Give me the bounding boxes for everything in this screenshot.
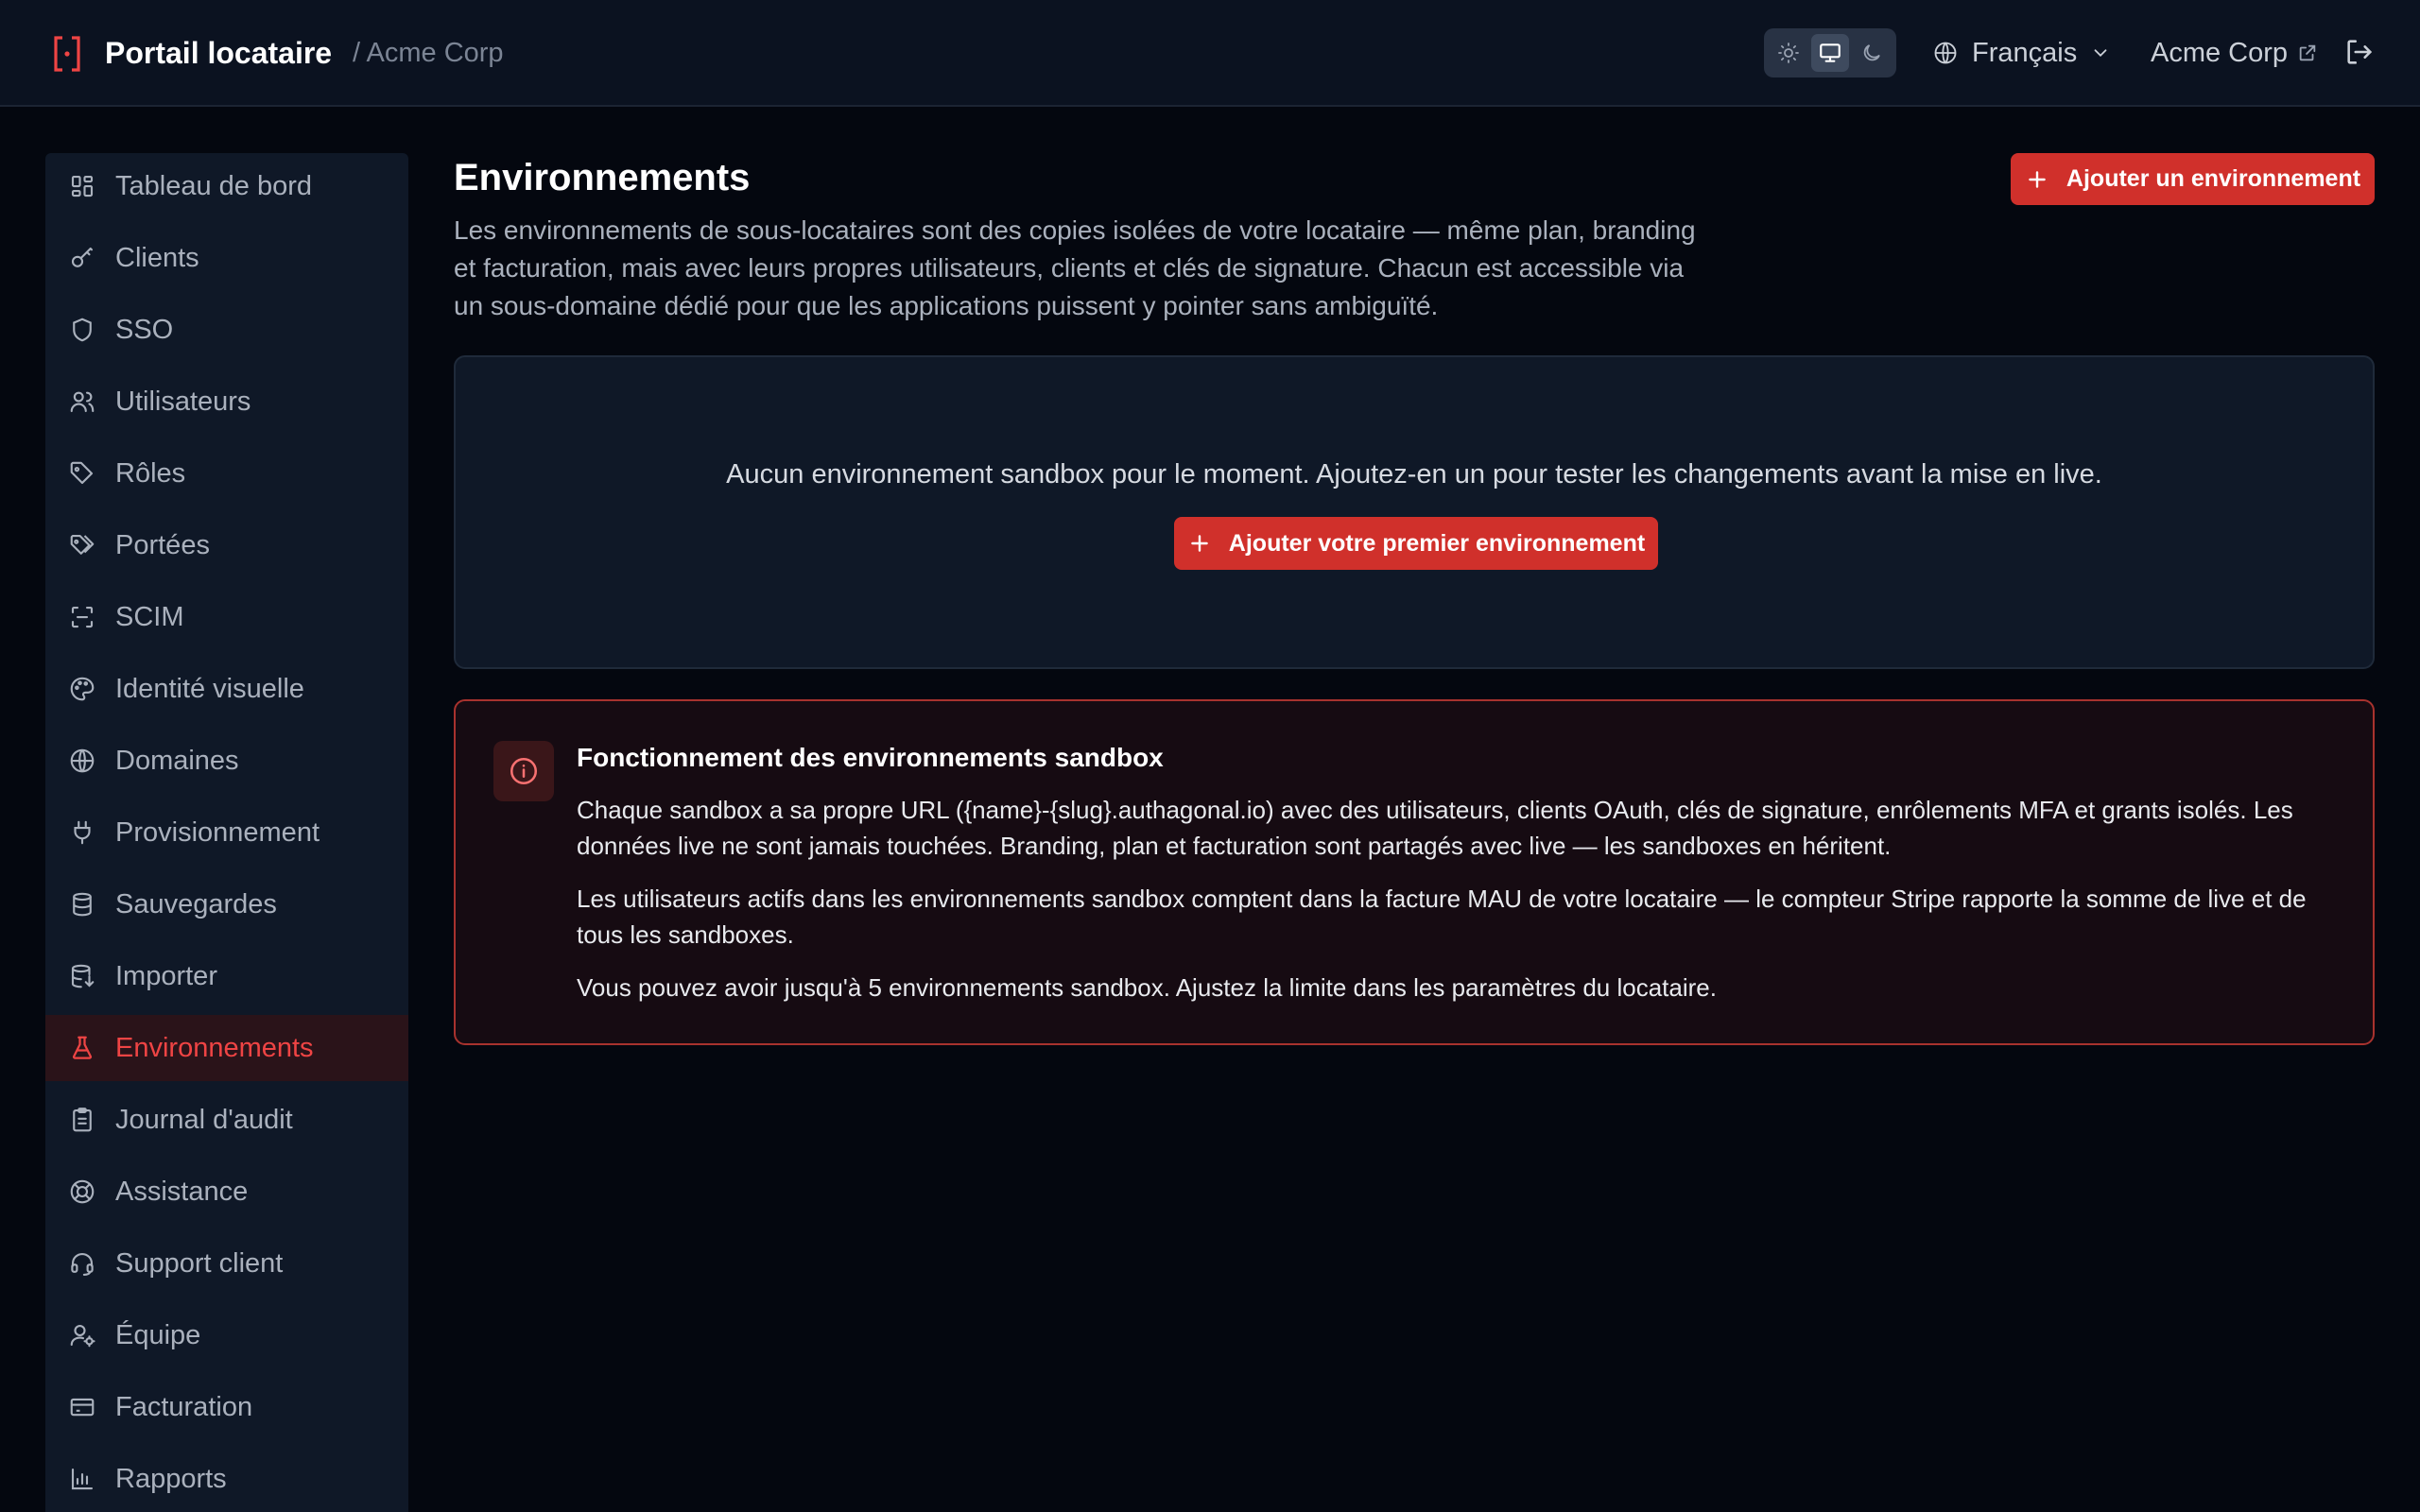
sidebar-item-label: Journal d'audit: [115, 1104, 293, 1135]
sidebar-item-domaines[interactable]: Domaines: [45, 728, 408, 794]
sidebar-item-equipe[interactable]: Équipe: [45, 1302, 408, 1368]
sidebar-item-label: Sauvegardes: [115, 888, 277, 919]
info-paragraph: Chaque sandbox a sa propre URL ({name}-{…: [577, 796, 2293, 860]
plus-icon: [1191, 535, 1208, 552]
page-description: Les environnements de sous-locataires so…: [454, 215, 1696, 320]
info-paragraph: Vous pouvez avoir jusqu'à 5 environnemen…: [577, 973, 1717, 1002]
add-first-environment-label: Ajouter votre premier environnement: [1228, 529, 1646, 557]
system-theme-button[interactable]: [1811, 34, 1849, 72]
sidebar-item-clients[interactable]: Clients: [45, 225, 408, 291]
sidebar-item-label: Facturation: [115, 1391, 253, 1422]
sidebar-item-label: Domaines: [115, 745, 239, 776]
sidebar-item-portees[interactable]: Portées: [45, 512, 408, 578]
sidebar-item-sso[interactable]: SSO: [45, 297, 408, 363]
sidebar-item-label: Rôles: [115, 457, 186, 489]
globe-icon: [70, 748, 95, 773]
moon-icon: [1863, 44, 1880, 61]
sidebar-item-label: Assistance: [115, 1176, 249, 1207]
sidebar-item-label: Environnements: [115, 1032, 314, 1063]
logout-icon: [2347, 40, 2373, 64]
dark-theme-button[interactable]: [1853, 34, 1891, 72]
info-icon-container: [493, 741, 554, 801]
credit-card-icon: [70, 1398, 95, 1417]
add-environment-label: Ajouter un environnement: [2066, 165, 2361, 192]
app-title[interactable]: Portail locataire: [105, 32, 332, 74]
light-theme-button[interactable]: [1770, 34, 1807, 72]
users-icon: [70, 391, 95, 413]
sidebar-item-roles[interactable]: Rôles: [45, 440, 408, 507]
sidebar-item-support-client[interactable]: Support client: [45, 1230, 408, 1297]
flask-icon: [72, 1036, 93, 1059]
tenant-external-link[interactable]: Acme Corp: [2151, 32, 2318, 74]
headset-icon: [71, 1252, 94, 1276]
dashboard-icon: [71, 175, 94, 198]
sidebar-item-tableau-de-bord[interactable]: Tableau de bord: [45, 153, 408, 219]
sidebar-item-importer[interactable]: Importer: [45, 943, 408, 1009]
palette-icon: [70, 677, 95, 701]
breadcrumb: / Acme Corp: [353, 38, 504, 68]
logout-button[interactable]: [2343, 36, 2376, 68]
sun-icon: [1778, 43, 1799, 63]
sidebar-item-identite-visuelle[interactable]: Identité visuelle: [45, 656, 408, 722]
sidebar-item-utilisateurs[interactable]: Utilisateurs: [45, 369, 408, 435]
bar-chart-icon: [71, 1468, 94, 1490]
info-icon: [510, 757, 538, 785]
chevron-down-icon: [2094, 49, 2107, 58]
add-first-environment-button[interactable]: Ajouter votre premier environnement: [1174, 517, 1658, 570]
empty-state-text: Aucun environnement sandbox pour le mome…: [726, 459, 2102, 490]
sidebar-item-scim[interactable]: SCIM: [45, 584, 408, 650]
sidebar-item-label: Rapports: [115, 1463, 227, 1494]
monitor-icon: [1820, 43, 1841, 62]
clipboard-icon: [73, 1108, 92, 1132]
tags-icon: [70, 534, 95, 555]
tenant-link-label: Acme Corp: [2151, 37, 2289, 68]
sidebar-item-assistance[interactable]: Assistance: [45, 1159, 408, 1225]
sidebar-item-label: Clients: [115, 242, 199, 273]
plug-icon: [74, 820, 91, 845]
sidebar-item-label: Utilisateurs: [115, 386, 251, 417]
sidebar-item-label: Importer: [115, 960, 217, 991]
plus-icon: [2029, 170, 2046, 188]
database-icon: [73, 892, 92, 917]
database-import-icon: [71, 964, 95, 988]
language-label: Français: [1972, 37, 2078, 68]
top-bar: Portail locataire / Acme Corp Français A…: [0, 0, 2420, 107]
sidebar-item-label: Portées: [115, 529, 210, 560]
sidebar-item-provisionnement[interactable]: Provisionnement: [45, 799, 408, 866]
sidebar-item-label: Équipe: [115, 1319, 201, 1350]
info-title: Fonctionnement des environnements sandbo…: [577, 743, 1164, 772]
sidebar-item-journal-audit[interactable]: Journal d'audit: [45, 1087, 408, 1153]
sidebar-item-label: Provisionnement: [115, 816, 320, 848]
sidebar-item-facturation[interactable]: Facturation: [45, 1374, 408, 1440]
sidebar-item-label: Support client: [115, 1247, 284, 1279]
key-icon: [71, 247, 94, 267]
sidebar: Tableau de bord Clients SSO Utilisateurs…: [45, 153, 408, 1512]
sidebar-item-sauvegardes[interactable]: Sauvegardes: [45, 871, 408, 937]
sidebar-item-label: SCIM: [115, 601, 184, 632]
tag-icon: [70, 461, 94, 485]
empty-state-card: Aucun environnement sandbox pour le mome…: [454, 355, 2375, 669]
globe-icon: [1934, 42, 1957, 64]
lifebuoy-icon: [70, 1179, 95, 1204]
sidebar-item-label: Identité visuelle: [115, 673, 304, 704]
theme-switcher: [1764, 28, 1896, 77]
language-selector[interactable]: Français: [1932, 32, 2111, 74]
sidebar-item-label: SSO: [115, 314, 174, 345]
sandbox-info-callout: Fonctionnement des environnements sandbo…: [454, 699, 2375, 1045]
add-environment-button[interactable]: Ajouter un environnement: [2011, 153, 2375, 205]
logo-icon[interactable]: [53, 35, 81, 73]
sidebar-item-label: Tableau de bord: [115, 170, 312, 201]
sidebar-item-rapports[interactable]: Rapports: [45, 1446, 408, 1512]
user-cog-icon: [70, 1324, 95, 1348]
scan-icon: [71, 606, 94, 628]
info-paragraph: Les utilisateurs actifs dans les environ…: [577, 885, 2307, 949]
page-title: Environnements: [454, 157, 751, 198]
shield-icon: [73, 318, 92, 342]
sidebar-item-environnements[interactable]: Environnements: [45, 1015, 408, 1081]
external-link-icon: [2299, 44, 2316, 61]
